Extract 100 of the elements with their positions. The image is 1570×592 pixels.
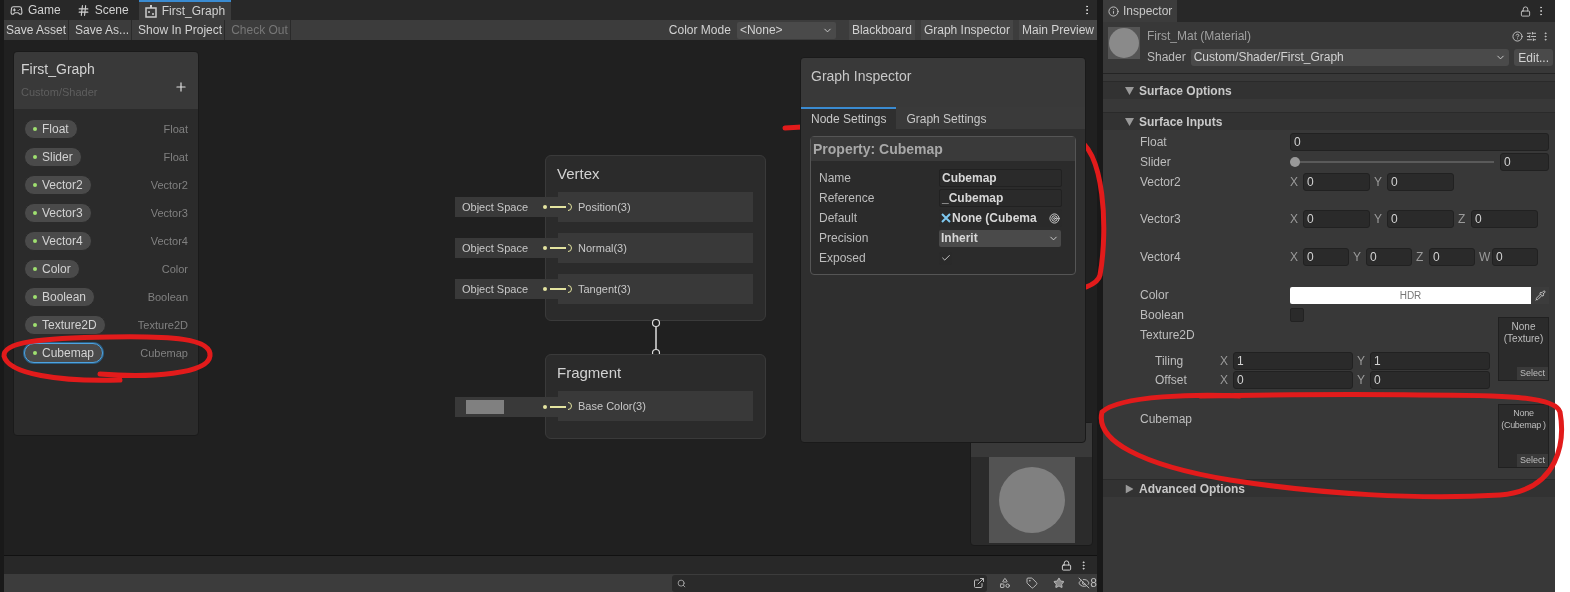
field-label: Name: [819, 170, 852, 187]
node-title: Fragment: [556, 362, 623, 383]
cubemap-slot[interactable]: None (Cubemap ) Select: [1498, 404, 1549, 468]
add-button[interactable]: [174, 80, 188, 94]
property-pill[interactable]: Vector2: [24, 175, 92, 195]
property-label: Tiling: [1155, 352, 1185, 370]
gamepad-icon: [10, 3, 23, 17]
number-field[interactable]: 0: [1370, 370, 1490, 389]
number-field[interactable]: 0: [1500, 153, 1549, 171]
property-type: Color: [161, 261, 188, 277]
toolbar-toggle[interactable]: Blackboard: [848, 20, 915, 40]
axis-label: Y: [1357, 352, 1366, 370]
check-icon: [940, 253, 951, 263]
property-heading: Property: Cubemap: [811, 137, 1075, 161]
hidden-icon[interactable]: [1078, 577, 1091, 589]
text-field[interactable]: Cubemap: [939, 169, 1062, 187]
number-field[interactable]: 0: [1290, 133, 1549, 151]
number-field[interactable]: 1: [1370, 351, 1490, 370]
graph-icon: [144, 4, 157, 18]
field-label: Reference: [819, 190, 876, 207]
axis-label: Y: [1357, 371, 1366, 389]
color-swatch: [466, 400, 504, 414]
property-type: Float: [163, 121, 188, 137]
lock-icon[interactable]: [1520, 5, 1531, 17]
property-pill[interactable]: Cubemap: [24, 343, 104, 363]
text-field[interactable]: _Cubemap: [939, 189, 1062, 207]
axis-label: X: [1220, 352, 1229, 370]
editor-tab[interactable]: Scene: [70, 0, 135, 20]
select-button[interactable]: Select: [1517, 453, 1548, 467]
inspector-tab[interactable]: Inspector: [1103, 0, 1178, 22]
toolbar-toggle[interactable]: Main Preview: [1018, 20, 1097, 40]
tag-icon[interactable]: [1025, 577, 1038, 589]
number-field[interactable]: 0: [1429, 248, 1475, 266]
property-pill[interactable]: Vector4: [24, 231, 92, 251]
axis-label: Y: [1353, 249, 1362, 266]
field-label: Default: [819, 210, 859, 227]
edit-button[interactable]: Edit...: [1514, 48, 1553, 66]
color-field[interactable]: HDR: [1290, 286, 1531, 304]
property-pill[interactable]: Slider: [24, 147, 82, 167]
property-label: Vector2: [1140, 174, 1182, 191]
inspector-tab[interactable]: Graph Settings: [896, 107, 997, 129]
number-field[interactable]: 0: [1303, 173, 1370, 191]
add-icon: [174, 80, 188, 94]
search-field[interactable]: [672, 574, 987, 592]
lock-icon[interactable]: [1061, 559, 1072, 571]
graph-title: First_Graph: [21, 60, 96, 79]
grid-icon: [76, 3, 90, 17]
axis-label: X: [1220, 371, 1229, 389]
shader-dropdown[interactable]: Custom/Shader/First_Graph: [1190, 48, 1510, 66]
help-icon[interactable]: [1512, 30, 1523, 42]
property-label: Boolean: [1140, 307, 1186, 324]
picker-icon[interactable]: [1049, 212, 1060, 224]
editor-tab[interactable]: First_Graph: [138, 0, 232, 20]
space-pill[interactable]: Object Space: [455, 238, 543, 258]
popout-icon[interactable]: [972, 577, 985, 589]
property-pill[interactable]: Boolean: [24, 287, 96, 307]
number-field[interactable]: 0: [1303, 210, 1370, 228]
sliders-icon[interactable]: [1526, 30, 1537, 42]
property-type: Float: [163, 149, 188, 165]
property-type: Texture2D: [137, 317, 188, 333]
property-pill[interactable]: Vector3: [24, 203, 92, 223]
number-field[interactable]: 0: [1387, 173, 1454, 191]
slider-thumb[interactable]: [1290, 157, 1300, 167]
star-icon[interactable]: [1052, 577, 1065, 589]
field-label: Precision: [819, 230, 870, 247]
number-field[interactable]: 0: [1471, 210, 1538, 228]
number-field[interactable]: 0: [1387, 210, 1454, 228]
toolbar-toggle[interactable]: Graph Inspector: [920, 20, 1013, 40]
number-field[interactable]: 0: [1366, 248, 1412, 266]
precision-dropdown[interactable]: Inherit: [939, 229, 1061, 247]
inspector-tab[interactable]: Node Settings: [801, 107, 897, 129]
number-field[interactable]: 1: [1233, 351, 1353, 370]
material-preview: [1108, 27, 1140, 59]
property-label: Vector3: [1140, 211, 1182, 228]
axis-label: Y: [1374, 211, 1383, 228]
number-field[interactable]: 0: [1492, 248, 1538, 266]
property-pill[interactable]: Texture2D: [24, 315, 106, 335]
property-label: Float: [1140, 134, 1168, 151]
eyedropper-button[interactable]: [1531, 286, 1549, 304]
axis-label: Z: [1458, 211, 1467, 228]
color-mode-dropdown[interactable]: <None>: [736, 21, 836, 39]
property-pill[interactable]: Color: [24, 259, 80, 279]
foldout-arrow-icon: [1125, 484, 1134, 493]
shapes-icon[interactable]: [998, 577, 1011, 589]
texture-slot[interactable]: None (Texture) Select: [1498, 317, 1549, 381]
section-header[interactable]: Surface Inputs: [1103, 112, 1555, 130]
section-header[interactable]: Surface Options: [1103, 81, 1555, 99]
port-label: Tangent(3): [578, 281, 631, 297]
select-button[interactable]: Select: [1517, 366, 1548, 380]
space-pill[interactable]: Object Space: [455, 279, 543, 299]
property-type: Boolean: [147, 289, 188, 305]
space-pill[interactable]: Object Space: [455, 197, 543, 217]
slot-label: None (Texture): [1502, 320, 1545, 345]
property-type: Vector3: [150, 205, 188, 221]
number-field[interactable]: 0: [1303, 248, 1349, 266]
property-pill[interactable]: Float: [24, 119, 78, 139]
color-input[interactable]: [455, 397, 543, 417]
number-field[interactable]: 0: [1233, 370, 1353, 389]
editor-tab[interactable]: Game: [4, 0, 67, 20]
property-label: Offset: [1155, 371, 1188, 389]
